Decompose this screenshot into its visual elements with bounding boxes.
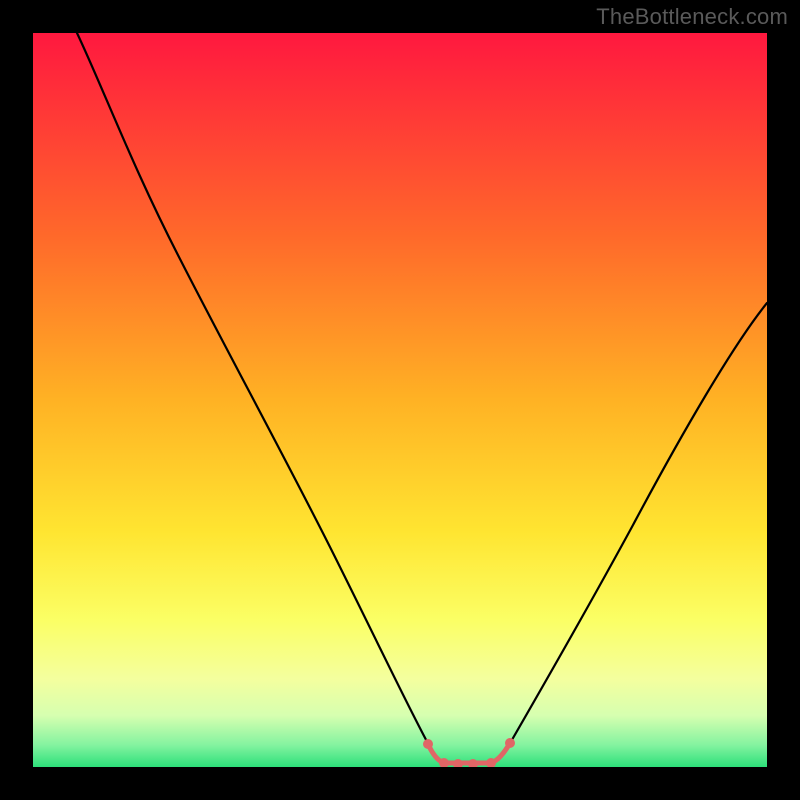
curve-dot [505, 738, 515, 748]
watermark-text: TheBottleneck.com [596, 4, 788, 30]
plot-area [33, 33, 767, 767]
chart-svg [33, 33, 767, 767]
chart-frame: TheBottleneck.com [0, 0, 800, 800]
gradient-background [33, 33, 767, 767]
curve-dot [423, 739, 433, 749]
